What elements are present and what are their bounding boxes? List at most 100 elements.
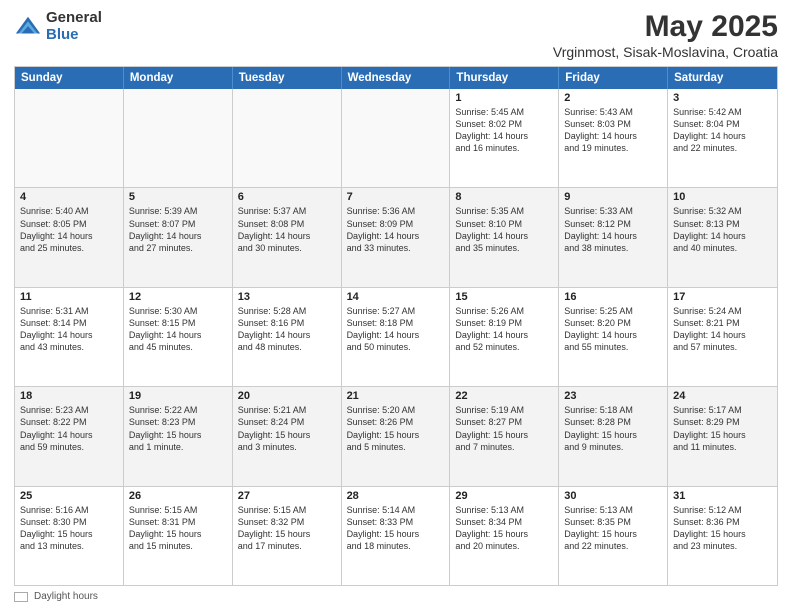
cal-cell-1-5: 9 Sunrise: 5:33 AM Sunset: 8:12 PM Daylig… [559, 188, 668, 286]
cell-info: Sunrise: 5:37 AM Sunset: 8:08 PM Dayligh… [238, 205, 336, 254]
cal-cell-0-6: 3Sunrise: 5:42 AM Sunset: 8:04 PM Daylig… [668, 89, 777, 187]
cal-cell-3-5: 23 Sunrise: 5:18 AM Sunset: 8:28 PM Dayli… [559, 387, 668, 485]
cell-info: Sunrise: 5:40 AM Sunset: 8:05 PM Dayligh… [20, 205, 118, 254]
day-number: 25 [20, 490, 118, 502]
cal-cell-3-1: 19 Sunrise: 5:22 AM Sunset: 8:23 PM Dayli… [124, 387, 233, 485]
cal-cell-2-6: 17 Sunrise: 5:24 AM Sunset: 8:21 PM Dayli… [668, 288, 777, 386]
cal-cell-0-0 [15, 89, 124, 187]
cal-cell-0-4: 1Sunrise: 5:45 AM Sunset: 8:02 PM Daylig… [450, 89, 559, 187]
cell-info: Sunrise: 5:33 AM Sunset: 8:12 PM Dayligh… [564, 205, 662, 254]
cal-cell-2-4: 15Sunrise: 5:26 AM Sunset: 8:19 PM Dayli… [450, 288, 559, 386]
cell-info: Sunrise: 5:17 AM Sunset: 8:29 PM Dayligh… [673, 404, 772, 453]
cal-cell-2-2: 13Sunrise: 5:28 AM Sunset: 8:16 PM Dayli… [233, 288, 342, 386]
cell-info: Sunrise: 5:15 AM Sunset: 8:32 PM Dayligh… [238, 504, 336, 553]
cal-row-4: 25 Sunrise: 5:16 AM Sunset: 8:30 PM Dayli… [15, 486, 777, 585]
cell-info: Sunrise: 5:16 AM Sunset: 8:30 PM Dayligh… [20, 504, 118, 553]
day-number: 26 [129, 490, 227, 502]
cell-info: Sunrise: 5:31 AM Sunset: 8:14 PM Dayligh… [20, 305, 118, 354]
cell-info: Sunrise: 5:13 AM Sunset: 8:34 PM Dayligh… [455, 504, 553, 553]
cal-cell-4-0: 25 Sunrise: 5:16 AM Sunset: 8:30 PM Dayli… [15, 487, 124, 585]
main-title: May 2025 [553, 10, 778, 44]
cal-row-1: 4 Sunrise: 5:40 AM Sunset: 8:05 PM Daylig… [15, 187, 777, 286]
cell-info: Sunrise: 5:13 AM Sunset: 8:35 PM Dayligh… [564, 504, 662, 553]
subtitle: Vrginmost, Sisak-Moslavina, Croatia [553, 44, 778, 60]
cell-info: Sunrise: 5:20 AM Sunset: 8:26 PM Dayligh… [347, 404, 445, 453]
cell-info: Sunrise: 5:26 AM Sunset: 8:19 PM Dayligh… [455, 305, 553, 354]
cal-cell-0-5: 2Sunrise: 5:43 AM Sunset: 8:03 PM Daylig… [559, 89, 668, 187]
cal-cell-2-0: 11 Sunrise: 5:31 AM Sunset: 8:14 PM Dayli… [15, 288, 124, 386]
cell-info: Sunrise: 5:30 AM Sunset: 8:15 PM Dayligh… [129, 305, 227, 354]
calendar-header: Sunday Monday Tuesday Wednesday Thursday… [15, 67, 777, 89]
header-thursday: Thursday [450, 67, 559, 89]
cal-cell-1-2: 6 Sunrise: 5:37 AM Sunset: 8:08 PM Daylig… [233, 188, 342, 286]
cal-cell-1-6: 10Sunrise: 5:32 AM Sunset: 8:13 PM Dayli… [668, 188, 777, 286]
logo-blue: Blue [46, 27, 102, 44]
cell-info: Sunrise: 5:22 AM Sunset: 8:23 PM Dayligh… [129, 404, 227, 453]
cal-cell-0-1 [124, 89, 233, 187]
day-number: 10 [673, 191, 772, 203]
cal-cell-3-4: 22 Sunrise: 5:19 AM Sunset: 8:27 PM Dayli… [450, 387, 559, 485]
cal-row-3: 18 Sunrise: 5:23 AM Sunset: 8:22 PM Dayli… [15, 386, 777, 485]
cal-cell-1-4: 8Sunrise: 5:35 AM Sunset: 8:10 PM Daylig… [450, 188, 559, 286]
cal-row-2: 11 Sunrise: 5:31 AM Sunset: 8:14 PM Dayli… [15, 287, 777, 386]
logo-general: General [46, 10, 102, 27]
day-number: 4 [20, 191, 118, 203]
header-wednesday: Wednesday [342, 67, 451, 89]
header-sunday: Sunday [15, 67, 124, 89]
cal-cell-1-1: 5Sunrise: 5:39 AM Sunset: 8:07 PM Daylig… [124, 188, 233, 286]
header-tuesday: Tuesday [233, 67, 342, 89]
cal-cell-2-1: 12 Sunrise: 5:30 AM Sunset: 8:15 PM Dayli… [124, 288, 233, 386]
footer: Daylight hours [14, 591, 778, 602]
day-number: 18 [20, 390, 118, 402]
footer-label: Daylight hours [34, 591, 98, 602]
cell-info: Sunrise: 5:14 AM Sunset: 8:33 PM Dayligh… [347, 504, 445, 553]
day-number: 19 [129, 390, 227, 402]
logo-icon [14, 13, 42, 41]
cal-cell-4-1: 26 Sunrise: 5:15 AM Sunset: 8:31 PM Dayli… [124, 487, 233, 585]
cell-info: Sunrise: 5:27 AM Sunset: 8:18 PM Dayligh… [347, 305, 445, 354]
header-monday: Monday [124, 67, 233, 89]
cell-info: Sunrise: 5:18 AM Sunset: 8:28 PM Dayligh… [564, 404, 662, 453]
cal-cell-3-6: 24Sunrise: 5:17 AM Sunset: 8:29 PM Dayli… [668, 387, 777, 485]
cal-cell-3-2: 20 Sunrise: 5:21 AM Sunset: 8:24 PM Dayli… [233, 387, 342, 485]
cal-cell-1-0: 4 Sunrise: 5:40 AM Sunset: 8:05 PM Daylig… [15, 188, 124, 286]
cell-info: Sunrise: 5:23 AM Sunset: 8:22 PM Dayligh… [20, 404, 118, 453]
title-area: May 2025 Vrginmost, Sisak-Moslavina, Cro… [553, 10, 778, 60]
day-number: 30 [564, 490, 662, 502]
cell-info: Sunrise: 5:45 AM Sunset: 8:02 PM Dayligh… [455, 106, 553, 155]
day-number: 17 [673, 291, 772, 303]
day-number: 11 [20, 291, 118, 303]
calendar: Sunday Monday Tuesday Wednesday Thursday… [14, 66, 778, 586]
cell-info: Sunrise: 5:21 AM Sunset: 8:24 PM Dayligh… [238, 404, 336, 453]
cal-cell-4-6: 31Sunrise: 5:12 AM Sunset: 8:36 PM Dayli… [668, 487, 777, 585]
cell-info: Sunrise: 5:39 AM Sunset: 8:07 PM Dayligh… [129, 205, 227, 254]
cell-info: Sunrise: 5:35 AM Sunset: 8:10 PM Dayligh… [455, 205, 553, 254]
cal-cell-0-3 [342, 89, 451, 187]
cell-info: Sunrise: 5:19 AM Sunset: 8:27 PM Dayligh… [455, 404, 553, 453]
footer-box [14, 592, 28, 602]
day-number: 27 [238, 490, 336, 502]
day-number: 6 [238, 191, 336, 203]
cal-row-0: 1Sunrise: 5:45 AM Sunset: 8:02 PM Daylig… [15, 89, 777, 187]
day-number: 20 [238, 390, 336, 402]
cal-cell-4-5: 30 Sunrise: 5:13 AM Sunset: 8:35 PM Dayli… [559, 487, 668, 585]
cal-cell-4-2: 27 Sunrise: 5:15 AM Sunset: 8:32 PM Dayli… [233, 487, 342, 585]
logo-text: General Blue [46, 10, 102, 43]
cal-cell-4-4: 29Sunrise: 5:13 AM Sunset: 8:34 PM Dayli… [450, 487, 559, 585]
cell-info: Sunrise: 5:15 AM Sunset: 8:31 PM Dayligh… [129, 504, 227, 553]
day-number: 2 [564, 92, 662, 104]
cal-cell-2-3: 14Sunrise: 5:27 AM Sunset: 8:18 PM Dayli… [342, 288, 451, 386]
cal-cell-3-0: 18 Sunrise: 5:23 AM Sunset: 8:22 PM Dayli… [15, 387, 124, 485]
header-friday: Friday [559, 67, 668, 89]
day-number: 23 [564, 390, 662, 402]
day-number: 16 [564, 291, 662, 303]
cal-cell-3-3: 21Sunrise: 5:20 AM Sunset: 8:26 PM Dayli… [342, 387, 451, 485]
cell-info: Sunrise: 5:36 AM Sunset: 8:09 PM Dayligh… [347, 205, 445, 254]
day-number: 12 [129, 291, 227, 303]
cell-info: Sunrise: 5:24 AM Sunset: 8:21 PM Dayligh… [673, 305, 772, 354]
day-number: 22 [455, 390, 553, 402]
day-number: 28 [347, 490, 445, 502]
logo: General Blue [14, 10, 102, 43]
day-number: 13 [238, 291, 336, 303]
day-number: 9 [564, 191, 662, 203]
